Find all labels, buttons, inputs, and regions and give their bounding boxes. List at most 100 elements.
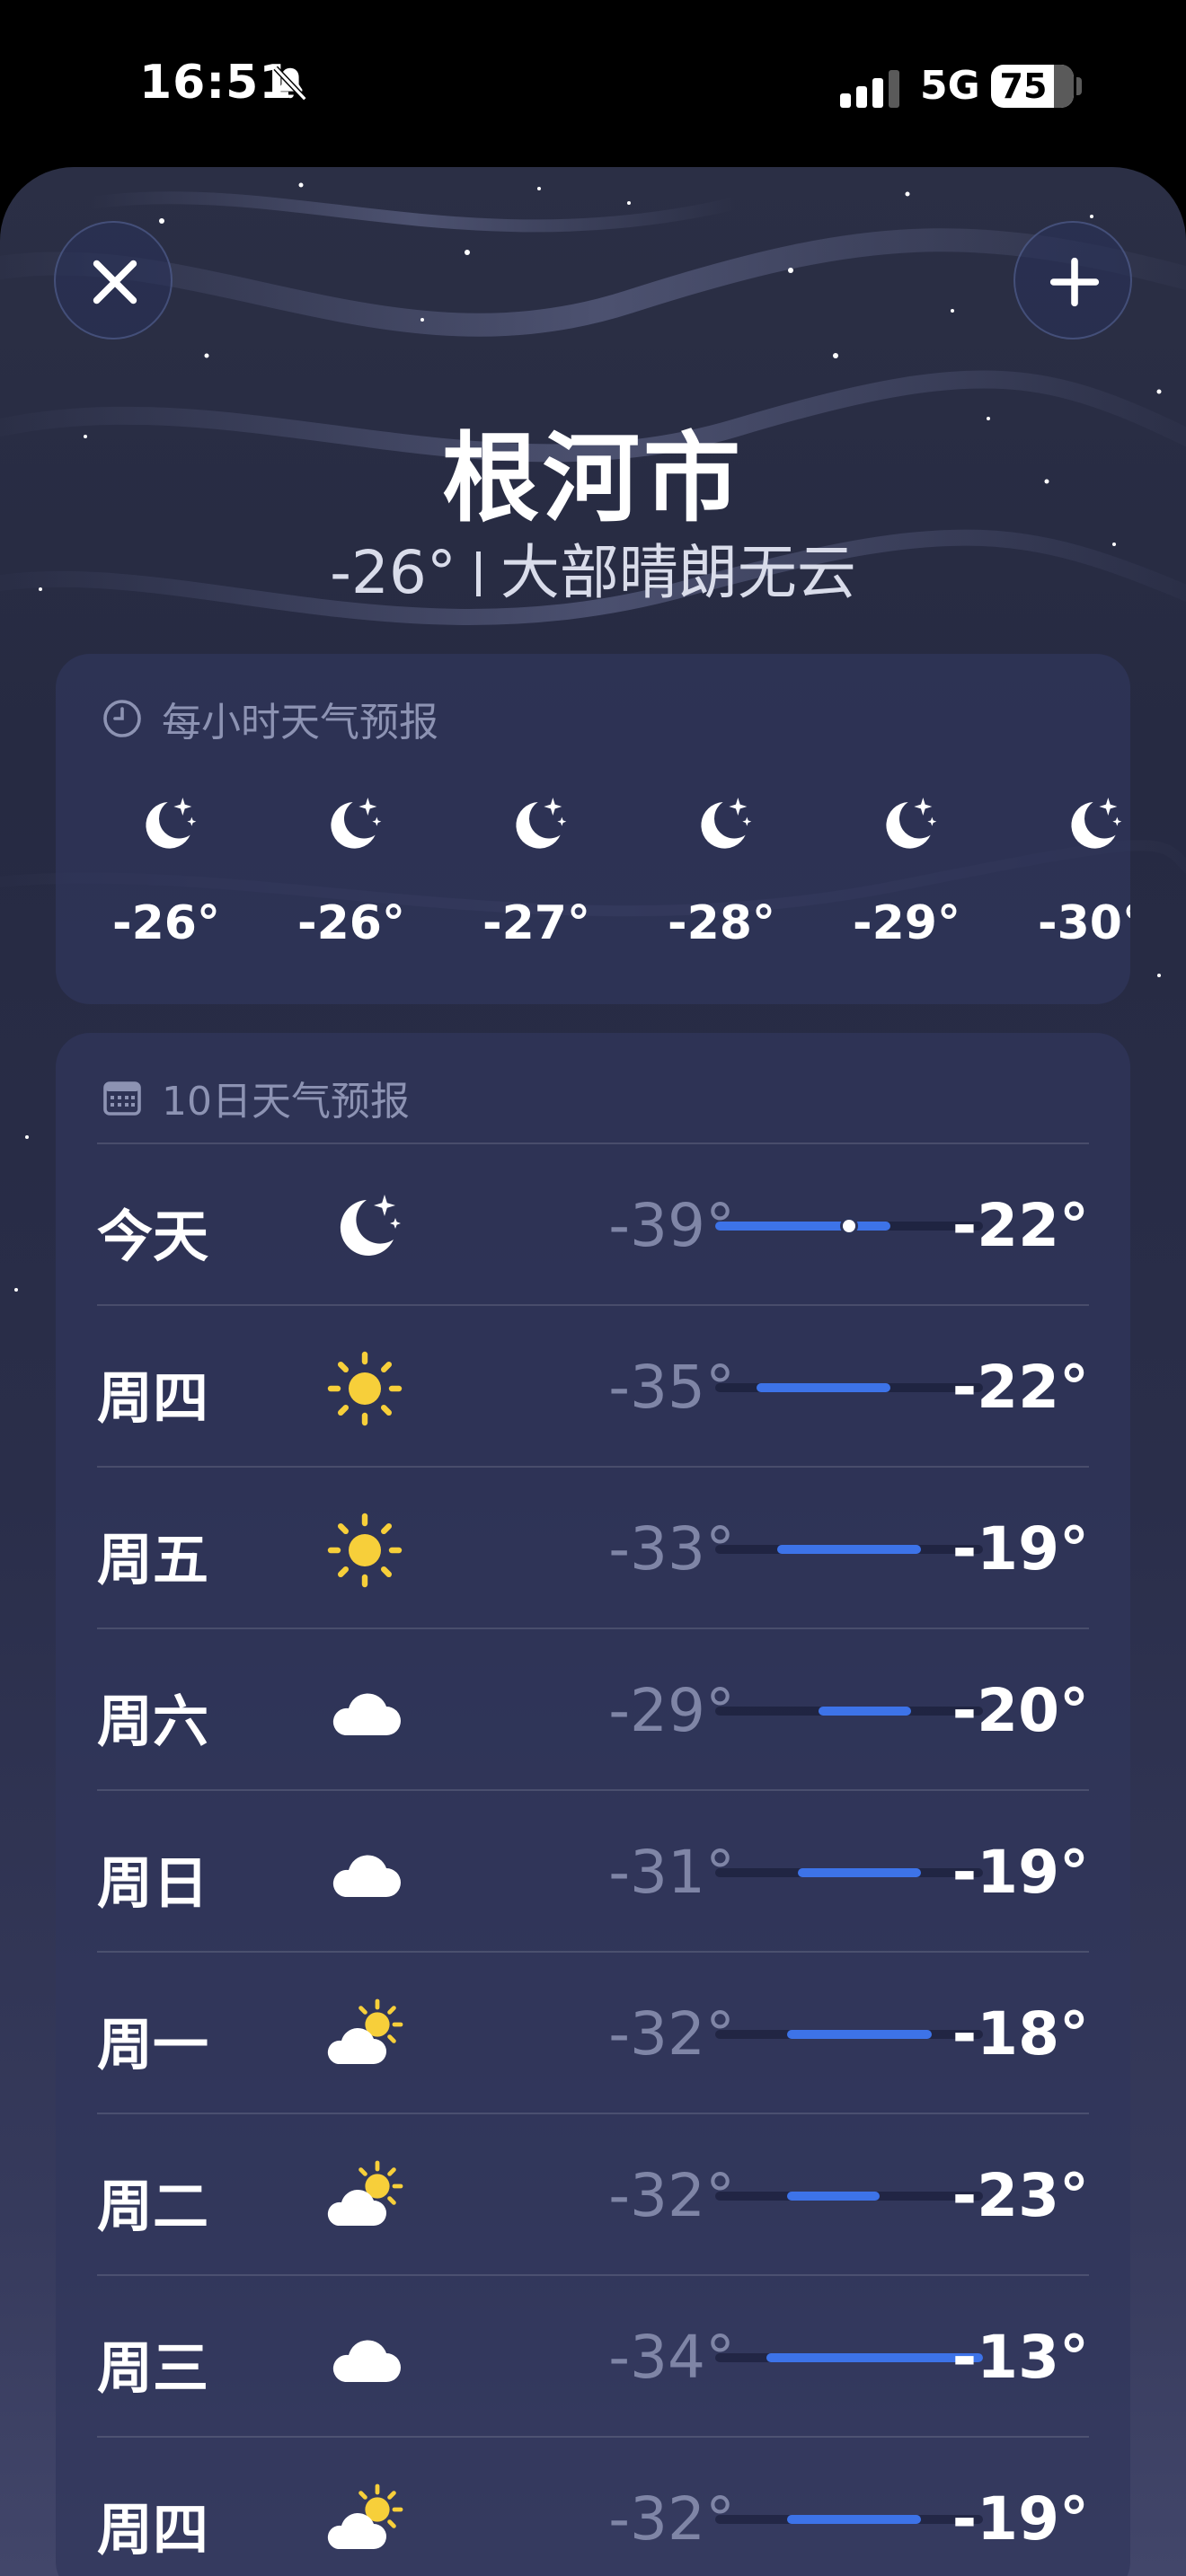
high-temperature: -22° — [951, 1191, 1089, 1260]
day-row[interactable]: 周四 -35° -22° — [97, 1304, 1089, 1466]
partly-cloudy-icon — [322, 2477, 408, 2558]
temperature-range-bar — [787, 2515, 922, 2524]
current-condition: 大部晴朗无云 — [500, 538, 856, 607]
hourly-item: -26° — [259, 789, 444, 950]
hourly-temperature: -27° — [482, 896, 590, 950]
day-name: 周日 — [97, 1850, 209, 1916]
day-name: 周一 — [97, 2012, 209, 2078]
ten-day-forecast-title: 10日天气预报 — [162, 1079, 410, 1125]
daily-list: 今天 -39° -22° 周四 -35° -22° 周五 -33° -19° 周六 -29° -20°… — [97, 1142, 1089, 2576]
day-name: 周三 — [97, 2335, 209, 2401]
moon-stars-icon — [74, 789, 259, 864]
moon-stars-icon — [999, 789, 1130, 864]
day-name: 周六 — [97, 1689, 209, 1754]
low-temperature: -33° — [608, 1514, 735, 1584]
hourly-temperature: -26° — [112, 896, 220, 950]
moon-stars-icon — [259, 789, 444, 864]
day-row[interactable]: 周五 -33° -19° — [97, 1466, 1089, 1628]
high-temperature: -19° — [951, 2484, 1089, 2554]
temperature-range-bar — [787, 2030, 932, 2039]
temperature-range-track — [715, 1545, 983, 1554]
temperature-range-track — [715, 1220, 983, 1232]
day-row[interactable]: 周日 -31° -19° — [97, 1789, 1089, 1951]
temperature-range-bar — [776, 1545, 922, 1554]
battery-indicator: 75 — [991, 65, 1074, 108]
temperature-range-track — [715, 2353, 983, 2362]
battery-level: 75 — [999, 66, 1048, 106]
hourly-temperature: -29° — [853, 896, 960, 950]
day-row[interactable]: 今天 -39° -22° — [97, 1142, 1089, 1304]
temperature-range-track — [715, 1383, 983, 1392]
clock-icon — [103, 700, 141, 737]
current-summary: -26° 大部晴朗无云 — [0, 525, 1186, 611]
status-bar: 16:51 5G 75 — [0, 0, 1186, 171]
ten-day-forecast-header: 10日天气预报 — [101, 1069, 410, 1126]
day-row[interactable]: 周一 -32° -18° — [97, 1951, 1089, 2113]
high-temperature: -18° — [951, 1999, 1089, 2069]
high-temperature: -22° — [951, 1353, 1089, 1422]
temperature-range-bar — [787, 2192, 881, 2201]
ten-day-forecast-card: 10日天气预报 今天 -39° -22° 周四 -35° -22° 周五 -33° -19° 周六… — [56, 1033, 1130, 2576]
day-name: 周四 — [97, 2497, 209, 2563]
temperature-range-bar — [766, 2353, 983, 2362]
network-type: 5G — [920, 63, 980, 109]
temperature-range-track — [715, 2515, 983, 2524]
day-row[interactable]: 周六 -29° -20° — [97, 1628, 1089, 1789]
day-row[interactable]: 周三 -34° -13° — [97, 2274, 1089, 2436]
current-temperature: -26° — [330, 538, 456, 607]
silent-bell-icon — [273, 66, 307, 101]
low-temperature: -31° — [608, 1838, 735, 1907]
day-name: 今天 — [97, 1204, 209, 1269]
current-temperature-dot — [843, 1220, 855, 1232]
day-name: 周二 — [97, 2174, 209, 2239]
temperature-range-track — [715, 1868, 983, 1877]
hourly-temperature: -30° — [1038, 896, 1130, 950]
sun-icon — [322, 1507, 408, 1588]
high-temperature: -19° — [951, 1838, 1089, 1907]
hourly-forecast-card[interactable]: 每小时天气预报 -26° -26° -27° -28° -29° -30° — [56, 654, 1130, 1004]
hourly-temperature: -28° — [668, 896, 775, 950]
weather-sheet: 根河市 -26° 大部晴朗无云 每小时天气预报 -26° -26° -27° -28° -… — [0, 167, 1186, 2576]
low-temperature: -35° — [608, 1353, 735, 1422]
high-temperature: -13° — [951, 2323, 1089, 2392]
summary-divider — [475, 551, 481, 596]
moon-stars-icon — [322, 1184, 408, 1265]
high-temperature: -23° — [951, 2161, 1089, 2230]
close-icon — [93, 260, 137, 304]
day-row[interactable]: 周二 -32° -23° — [97, 2113, 1089, 2274]
moon-stars-icon — [629, 789, 814, 864]
temperature-range-bar — [797, 1868, 922, 1877]
hourly-item: -30° — [999, 789, 1130, 950]
moon-stars-icon — [814, 789, 999, 864]
moon-stars-icon — [444, 789, 629, 864]
low-temperature: -39° — [608, 1191, 735, 1260]
low-temperature: -29° — [608, 1676, 735, 1745]
day-row[interactable]: 周四 -32° -19° — [97, 2436, 1089, 2576]
low-temperature: -34° — [608, 2323, 735, 2392]
plus-icon — [1049, 257, 1100, 307]
low-temperature: -32° — [608, 2484, 735, 2554]
hourly-item: -27° — [444, 789, 629, 950]
hourly-temperature: -26° — [297, 896, 405, 950]
low-temperature: -32° — [608, 2161, 735, 2230]
temperature-range-track — [715, 1707, 983, 1716]
hourly-item: -28° — [629, 789, 814, 950]
close-button[interactable] — [54, 221, 173, 340]
hourly-item: -29° — [814, 789, 999, 950]
day-name: 周四 — [97, 1365, 209, 1431]
city-name: 根河市 — [441, 423, 744, 535]
temperature-range-bar — [818, 1707, 911, 1716]
cloud-icon — [322, 1669, 408, 1750]
hourly-list: -26° -26° -27° -28° -29° -30° — [74, 789, 1130, 950]
day-name: 周五 — [97, 1527, 209, 1592]
temperature-range-bar — [756, 1383, 890, 1392]
hourly-forecast-header: 每小时天气预报 — [101, 690, 438, 747]
cloud-icon — [322, 2316, 408, 2396]
cloud-icon — [322, 1831, 408, 1911]
calendar-icon — [103, 1081, 141, 1116]
add-location-button[interactable] — [1013, 221, 1132, 340]
partly-cloudy-icon — [322, 2154, 408, 2235]
battery-cap — [1076, 77, 1082, 95]
partly-cloudy-icon — [322, 1992, 408, 2073]
hourly-item: -26° — [74, 789, 259, 950]
